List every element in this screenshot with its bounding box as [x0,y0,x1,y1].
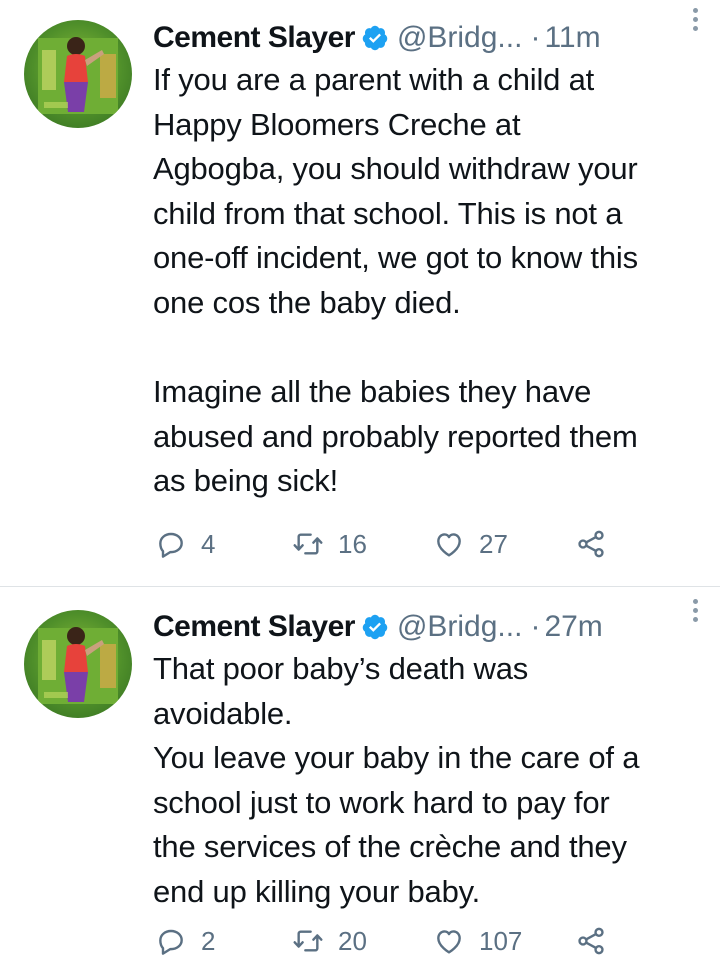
tweet-actions: 2 20 107 [155,921,607,961]
like-count: 27 [479,528,508,559]
profile-photo [38,37,118,114]
separator-dot: · [530,21,541,54]
retweet-icon [293,533,323,555]
tweet[interactable]: Cement Slayer @Bridg... · 11m If you are… [0,0,720,586]
timestamp[interactable]: 27m [544,610,602,644]
author-name[interactable]: Cement Slayer [153,21,355,55]
like-button[interactable]: 27 [433,528,575,560]
separator-dot: · [530,610,541,643]
like-button[interactable]: 107 [433,925,575,957]
like-count: 107 [479,925,523,956]
retweet-count: 16 [338,528,367,559]
tweet-header: Cement Slayer @Bridg... · 27m [153,607,705,647]
tweet-feed: Cement Slayer @Bridg... · 11m If you are… [0,0,720,971]
author-handle[interactable]: @Bridg... [397,610,523,644]
reply-icon [159,532,183,558]
reply-count: 2 [201,925,216,956]
share-button[interactable] [575,925,607,957]
retweet-button[interactable]: 16 [292,528,433,560]
tweet-content: Cement Slayer @Bridg... · 11m If you are… [153,18,705,504]
heart-icon [437,930,461,954]
tweet-text: If you are a parent with a child at Happ… [153,62,638,499]
more-options-icon[interactable] [690,8,700,34]
reply-button[interactable]: 4 [155,528,292,560]
share-button[interactable] [575,528,607,560]
verified-badge-icon [361,613,389,641]
tweet-text: That poor baby’s death was avoidable. Yo… [153,651,640,909]
verified-badge-icon [361,24,389,52]
share-icon [578,530,604,558]
share-icon [578,927,604,955]
reply-button[interactable]: 2 [155,925,292,957]
reply-count: 4 [201,528,216,559]
retweet-icon [293,930,323,952]
more-options-icon[interactable] [690,599,700,625]
tweet-actions: 4 16 27 [155,524,607,564]
author-name[interactable]: Cement Slayer [153,610,355,644]
retweet-button[interactable]: 20 [292,925,433,957]
tweet[interactable]: Cement Slayer @Bridg... · 27m That poor … [0,587,720,971]
retweet-count: 20 [338,925,367,956]
tweet-content: Cement Slayer @Bridg... · 27m That poor … [153,607,705,915]
timestamp[interactable]: 11m [544,21,600,55]
tweet-header: Cement Slayer @Bridg... · 11m [153,18,705,58]
reply-icon [159,929,183,955]
avatar[interactable] [24,20,132,128]
author-handle[interactable]: @Bridg... [397,21,523,55]
avatar[interactable] [24,610,132,718]
profile-photo [38,627,118,704]
heart-icon [437,533,461,557]
